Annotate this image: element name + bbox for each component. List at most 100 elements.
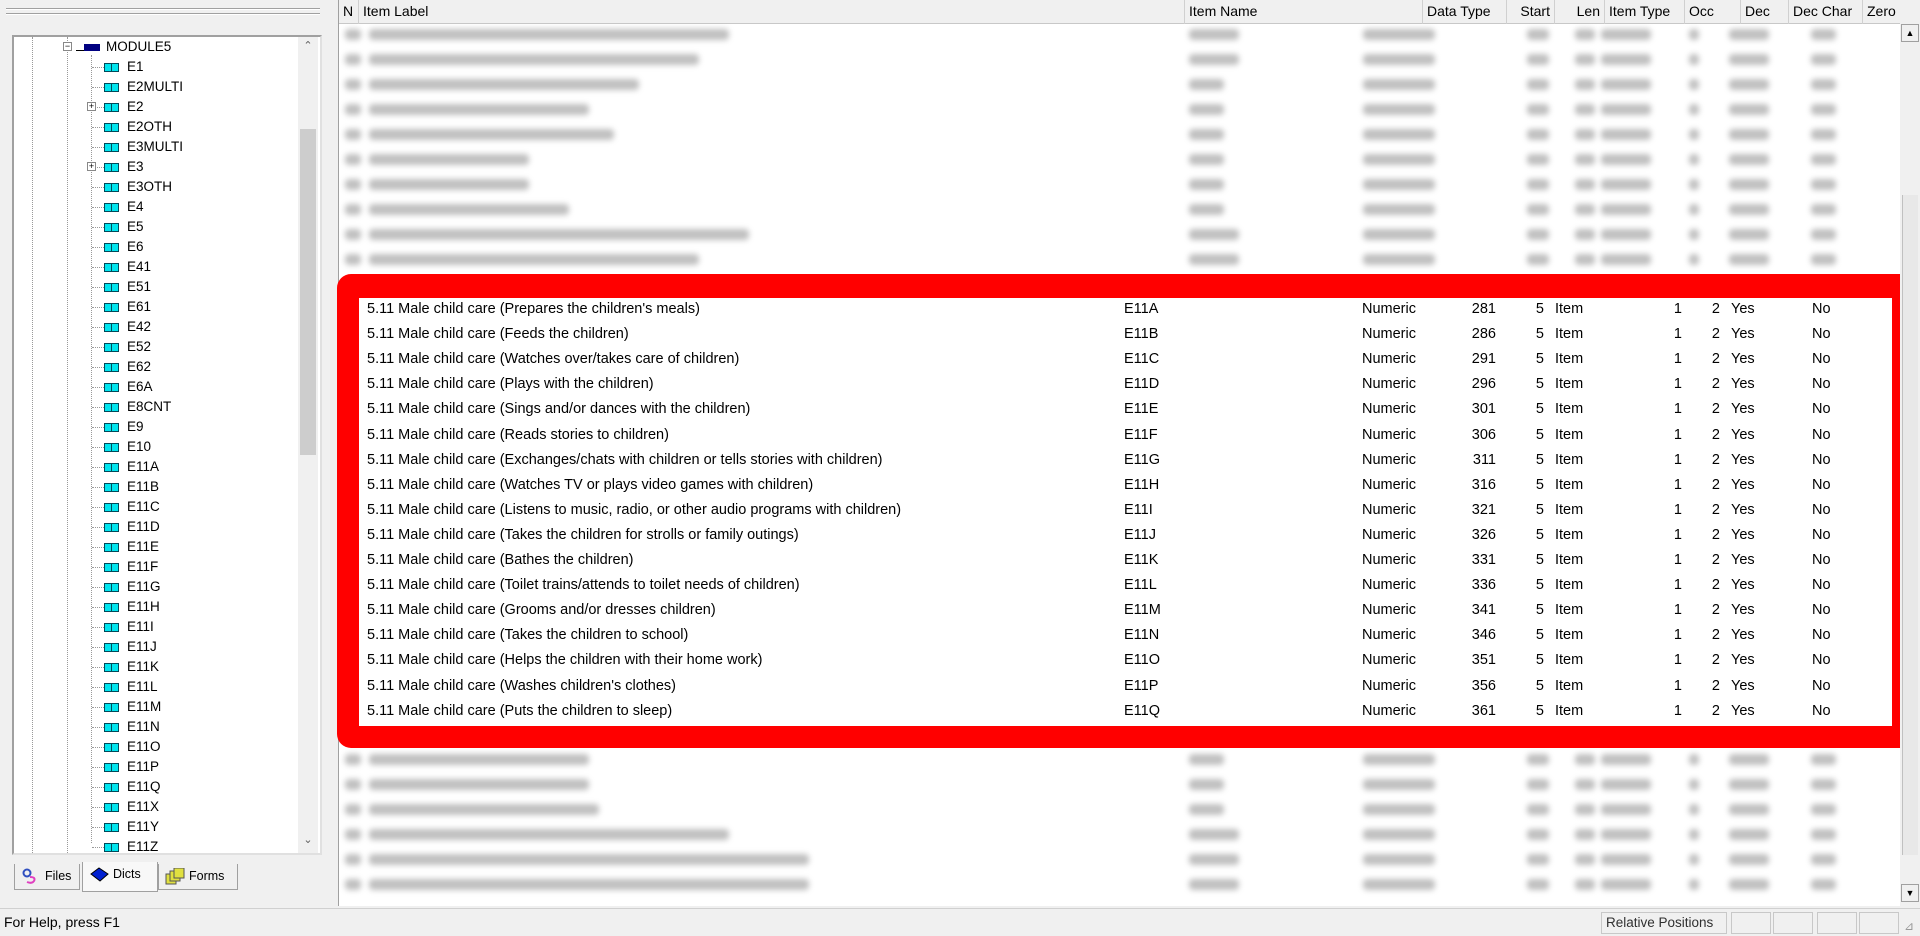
blurred-row <box>339 247 1900 272</box>
blurred-text <box>1527 254 1549 265</box>
scroll-down-arrow-icon[interactable]: ▼ <box>1901 884 1919 902</box>
cell-data-type: Numeric <box>1362 451 1416 468</box>
tree-item[interactable]: E2OTH <box>104 117 172 137</box>
column-header-zero-fill[interactable]: Zero Fill <box>1863 0 1900 24</box>
cell-len: 5 <box>1535 451 1544 468</box>
cell-dec: 2 <box>1711 326 1720 343</box>
blurred-text <box>1729 879 1769 890</box>
table-row[interactable]: 5.11 Male child care (Reads stories to c… <box>0 423 1880 448</box>
blurred-text <box>1189 79 1224 90</box>
resize-grip-icon[interactable]: ⊿ <box>1904 919 1914 933</box>
cell-len: 5 <box>1535 326 1544 343</box>
expand-icon[interactable]: + <box>87 102 96 111</box>
tree-item[interactable]: E3MULTI <box>104 137 183 157</box>
blurred-text <box>1729 754 1769 765</box>
blurred-text <box>1189 204 1224 215</box>
chevron-up-icon[interactable]: ⌃ <box>298 39 318 52</box>
tree-item[interactable]: E11P <box>104 757 159 777</box>
table-row[interactable]: 5.11 Male child care (Washes children's … <box>0 674 1880 699</box>
tree-item[interactable]: E2MULTI <box>104 77 183 97</box>
tree-item-label: E2OTH <box>127 119 173 134</box>
tree-item[interactable]: E4 <box>104 197 144 217</box>
tree-item[interactable]: E3 <box>104 157 144 177</box>
cell-zero-fill: No <box>1812 426 1831 443</box>
cell-item-type: Item <box>1555 552 1584 568</box>
cell-len: 5 <box>1535 602 1544 619</box>
cell-start: 326 <box>1471 526 1496 543</box>
table-row[interactable]: 5.11 Male child care (Watches over/takes… <box>0 347 1880 372</box>
table-row[interactable]: 5.11 Male child care (Bathes the childre… <box>0 548 1880 573</box>
column-header-dec-char[interactable]: Dec Char <box>1789 0 1863 24</box>
tree-item[interactable]: E11Y <box>104 817 159 837</box>
tab-forms[interactable]: Forms <box>158 864 238 890</box>
column-header-len[interactable]: Len <box>1555 0 1605 24</box>
column-header-item-name[interactable]: Item Name <box>1185 0 1423 24</box>
column-header-n[interactable]: N <box>339 0 359 24</box>
tree-item[interactable]: E11O <box>104 737 161 757</box>
cell-dec-char: Yes <box>1731 702 1755 719</box>
blurred-text <box>1189 804 1224 815</box>
tree-item[interactable]: E11Q <box>104 777 161 797</box>
chevron-down-icon[interactable]: ⌄ <box>298 833 318 846</box>
grid-scrollbar-thumb[interactable] <box>1902 195 1918 855</box>
scroll-up-arrow-icon[interactable]: ▲ <box>1901 24 1919 42</box>
blurred-text <box>1729 54 1769 65</box>
blurred-row <box>339 222 1900 247</box>
table-row[interactable]: 5.11 Male child care (Sings and/or dance… <box>0 397 1880 422</box>
column-header-start[interactable]: Start <box>1507 0 1555 24</box>
table-row[interactable]: 5.11 Male child care (Takes the children… <box>0 623 1880 648</box>
cell-dec: 2 <box>1711 476 1720 493</box>
tree-item[interactable]: E11Z <box>104 837 158 853</box>
collapse-icon[interactable]: − <box>63 42 72 51</box>
blurred-text <box>1689 104 1699 115</box>
tree-item-label: E5 <box>127 219 144 234</box>
table-row[interactable]: 5.11 Male child care (Plays with the chi… <box>0 372 1880 397</box>
tree-item-label: E3MULTI <box>127 139 184 154</box>
blurred-text <box>1189 779 1224 790</box>
expand-icon[interactable]: + <box>87 162 96 171</box>
blurred-text <box>1189 254 1239 265</box>
tree-item[interactable]: E11X <box>104 797 159 817</box>
cell-start: 321 <box>1471 501 1496 518</box>
tree-item[interactable]: E1 <box>104 57 144 77</box>
blurred-text <box>369 129 614 140</box>
blurred-text <box>345 129 361 140</box>
table-row[interactable]: 5.11 Male child care (Watches TV or play… <box>0 473 1880 498</box>
cell-occ: 1 <box>1673 376 1682 393</box>
cell-data-type: Numeric <box>1362 426 1416 443</box>
table-row[interactable]: 5.11 Male child care (Takes the children… <box>0 523 1880 548</box>
blurred-text <box>1363 79 1435 90</box>
cell-len: 5 <box>1535 677 1544 694</box>
column-header-item-type[interactable]: Item Type <box>1605 0 1685 24</box>
table-row[interactable]: 5.11 Male child care (Grooms and/or dres… <box>0 598 1880 623</box>
table-row[interactable]: 5.11 Male child care (Exchanges/chats wi… <box>0 448 1880 473</box>
tree-item[interactable]: E41 <box>104 257 151 277</box>
blurred-text <box>1729 204 1769 215</box>
column-header-data-type[interactable]: Data Type <box>1423 0 1507 24</box>
cell-item-name: E11A <box>1124 301 1159 317</box>
table-row[interactable]: 5.11 Male child care (Listens to music, … <box>0 498 1880 523</box>
blurred-text <box>345 154 361 165</box>
blurred-text <box>1811 104 1836 115</box>
grid-header: N Item Label Item Name Data Type Start Len Ite… <box>339 0 1900 24</box>
table-row[interactable]: 5.11 Male child care (Prepares the child… <box>0 297 1880 322</box>
tab-files[interactable]: Files <box>14 864 80 890</box>
cell-item-name: E11J <box>1124 526 1156 543</box>
table-row[interactable]: 5.11 Male child care (Helps the children… <box>0 648 1880 673</box>
blurred-text <box>1527 854 1549 865</box>
table-row[interactable]: 5.11 Male child care (Toilet trains/atte… <box>0 573 1880 598</box>
tree-item[interactable]: E51 <box>104 277 151 297</box>
tree-item[interactable]: E2 <box>104 97 144 117</box>
tree-item-module5[interactable]: − MODULE5 <box>60 37 171 57</box>
column-header-dec[interactable]: Dec <box>1741 0 1789 24</box>
blurred-text <box>369 804 599 815</box>
tab-dicts[interactable]: Dicts <box>82 862 158 892</box>
tree-item[interactable]: E6 <box>104 237 144 257</box>
column-header-occ[interactable]: Occ <box>1685 0 1741 24</box>
table-row[interactable]: 5.11 Male child care (Puts the children … <box>0 699 1880 724</box>
cell-zero-fill: No <box>1812 526 1831 543</box>
tree-item[interactable]: E3OTH <box>104 177 172 197</box>
table-row[interactable]: 5.11 Male child care (Feeds the children… <box>0 322 1880 347</box>
tree-item[interactable]: E5 <box>104 217 144 237</box>
column-header-item-label[interactable]: Item Label <box>359 0 1185 24</box>
